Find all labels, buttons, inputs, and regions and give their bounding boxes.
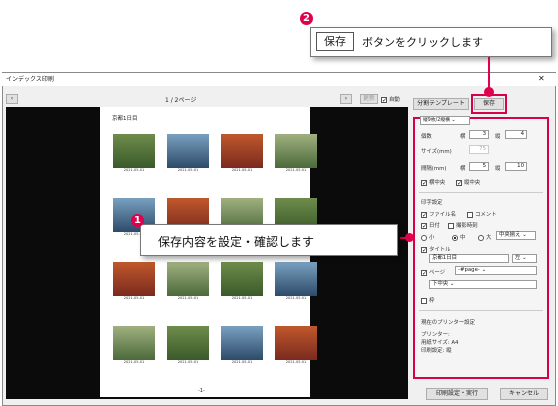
thumbnail-caption: 2021.05.01 [177,360,199,364]
divider [419,310,543,311]
thumbnail-caption: 2021.05.01 [177,296,199,300]
shot-time-checkbox[interactable]: 撮影時刻 [448,221,478,229]
align-select[interactable]: 中央揃え ⌄ [496,231,536,240]
cancel-button[interactable]: キャンセル [500,388,548,400]
preview-page-number: -1- [198,388,205,394]
frame-checkbox[interactable]: 枠 [421,296,434,304]
thumbnail-item: 2021.05.01 [221,262,263,301]
thumbnail-image [275,326,317,360]
thumbnail-item: 2021.05.01 [167,326,209,365]
comment-checkbox[interactable]: コメント [467,210,497,218]
callout-2-text: ボタンをクリックします [362,36,483,49]
thumbnail-image [275,134,317,168]
size-medium-radio[interactable]: 中 [452,233,465,241]
callout-1-dot [405,233,414,242]
thumbnail-image [113,262,155,296]
size-small-radio[interactable]: 小 [421,233,434,241]
thumbnail-item: 2021.05.01 [167,262,209,301]
close-icon[interactable]: ✕ [538,74,545,83]
thumbnail-image [275,262,317,296]
thumbnail-item: 2021.05.01 [113,134,155,173]
window-title: インデックス印刷 [2,73,556,86]
thumbnail-item: 2021.05.01 [113,262,155,301]
callout-2-save-label: 保存 [316,32,354,51]
cols-label: 横 [460,134,466,140]
thumbnail-caption: 2021.05.01 [231,168,253,172]
thumbnail-image [113,326,155,360]
page-format-select[interactable]: -#page- ⌄ [455,266,537,275]
thumbnail-item: 2021.05.01 [221,134,263,173]
thumbnail-caption: 2021.05.01 [123,296,145,300]
thumbnail-image [221,326,263,360]
thumbnail-item: 2021.05.01 [275,134,317,173]
size-input[interactable]: 75 [469,145,489,154]
thumbnail-image [221,262,263,296]
paper-size-label: 用紙サイズ: A4 [421,340,459,346]
center-v-checkbox[interactable]: 縦中央 [456,178,480,186]
title-align-select[interactable]: 左 ⌄ [512,254,537,263]
thumbnail-image [221,134,263,168]
callout-2-dot [484,87,494,97]
size-label: サイズ(mm) [421,149,452,155]
divider [419,192,543,193]
gap-v-input[interactable]: 10 [505,162,527,171]
thumbnail-image [167,326,209,360]
auto-checkbox[interactable]: 自動 [381,95,400,103]
thumbnail-item: 2021.05.01 [275,326,317,365]
cols-input[interactable]: 3 [469,130,489,139]
page-checkbox[interactable]: ページ [421,268,445,276]
count-label: 個数 [421,134,432,140]
page-indicator: 1 / 2ページ [165,97,197,104]
thumbnail-caption: 2021.05.01 [123,360,145,364]
thumbnail-caption: 2021.05.01 [231,360,253,364]
center-h-checkbox[interactable]: 横中央 [421,178,445,186]
title-checkbox[interactable]: タイトル [421,245,451,253]
printer-section-label: 現在のプリンター設定 [421,320,475,326]
thumbnail-caption: 2021.05.01 [123,168,145,172]
thumbnail-caption: 2021.05.01 [177,168,199,172]
rows-input[interactable]: 4 [505,130,527,139]
thumbnail-caption: 2021.05.01 [285,168,307,172]
callout-1-text: 保存内容を設定・確認します [158,235,315,249]
thumbnail-caption: 2021.05.01 [285,296,307,300]
layout-select[interactable]: 縦9枚/2縦横 ⌄ [420,116,470,125]
preview-page-title: 京都1日目 [112,116,138,122]
print-execute-button[interactable]: 印刷設定・実行 [426,388,488,400]
thumbnail-item: 2021.05.01 [275,262,317,301]
next-page-button[interactable]: › [340,94,352,104]
printer-label: プリンター: [421,332,450,338]
gap-label: 間隔(mm) [421,166,447,172]
thumbnail-image [113,134,155,168]
gap-h-input[interactable]: 5 [469,162,489,171]
thumbnail-image [167,134,209,168]
save-button-highlight [471,94,507,114]
title-input[interactable]: 京都1日目 [429,254,509,263]
size-large-radio[interactable]: 大 [478,233,491,241]
orientation-label: 印刷設定: 縦 [421,348,452,354]
update-button[interactable]: 更新 [360,94,378,104]
date-checkbox[interactable]: 日付 [421,221,440,229]
print-section-label: 印字設定 [421,200,443,206]
callout-2-number: 2 [300,12,313,25]
thumbnail-item: 2021.05.01 [221,326,263,365]
thumbnail-item: 2021.05.01 [167,134,209,173]
gap-h-label: 横 [460,166,466,172]
gap-v-label: 縦 [495,166,501,172]
thumbnail-caption: 2021.05.01 [231,296,253,300]
rows-label: 縦 [495,134,501,140]
thumbnail-image [167,262,209,296]
callout-1-number: 1 [131,214,144,227]
page-position-select[interactable]: 下中央 ⌄ [429,280,537,289]
filename-checkbox[interactable]: ファイル名 [421,210,456,218]
thumbnail-item: 2021.05.01 [113,326,155,365]
thumbnail-caption: 2021.05.01 [285,360,307,364]
split-template-button[interactable]: 分割テンプレート [413,98,469,110]
prev-page-button[interactable]: ‹ [6,94,18,104]
